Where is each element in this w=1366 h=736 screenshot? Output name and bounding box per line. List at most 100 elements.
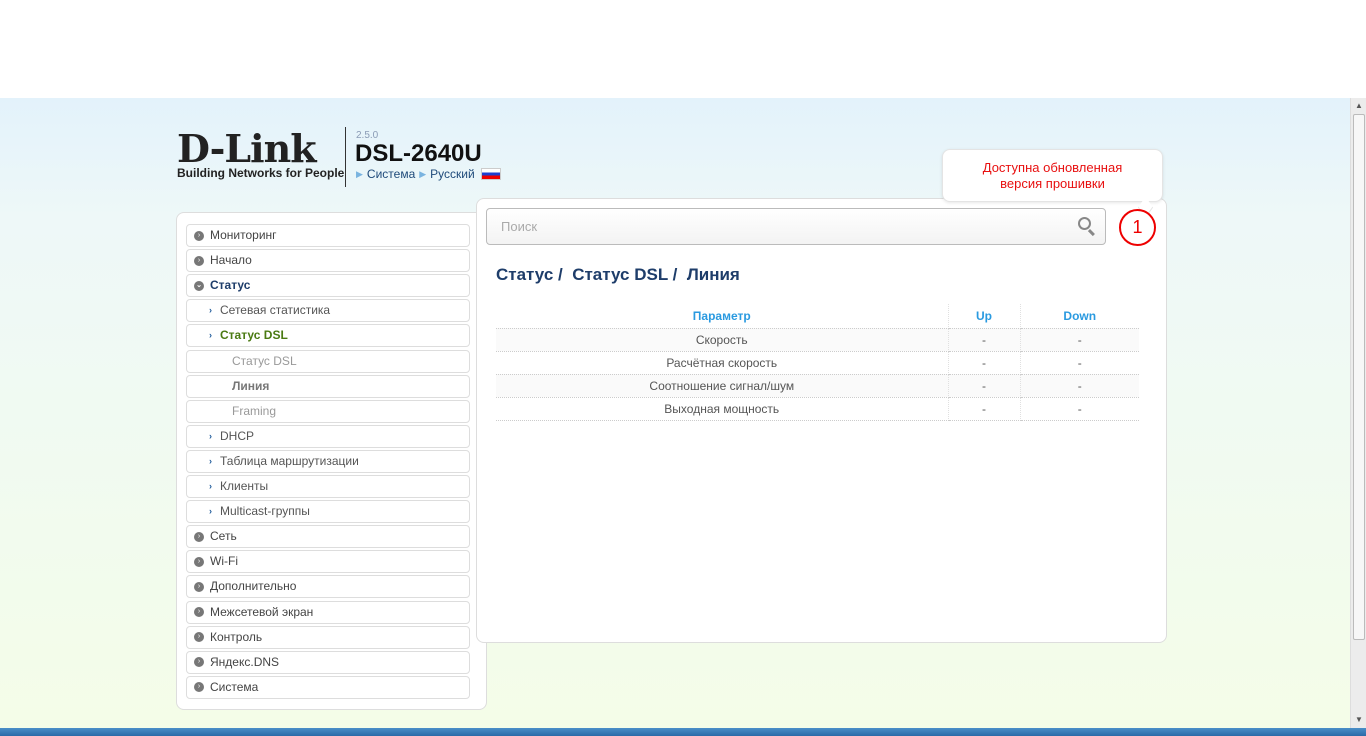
arrow-right-icon: › [209,455,212,466]
table-cell: Выходная мощность [496,397,949,421]
sidebar-item[interactable]: › Мониторинг [186,224,470,247]
sidebar-item-label: Статус DSL [220,328,288,343]
sidebar-item[interactable]: › Яндекс.DNS [186,650,470,674]
header-divider [345,127,346,187]
table-row: Выходная мощность - - [496,397,1139,421]
table-cell: - [948,397,1021,421]
sidebar-item[interactable]: › Сеть [186,525,470,549]
device-model: DSL-2640U [355,140,482,167]
sidebar-item-label: Контроль [210,629,263,644]
breadcrumb-dsl-status[interactable]: Статус DSL / [572,265,677,284]
breadcrumb: Статус / Статус DSL / Линия [496,265,740,285]
sidebar-item[interactable]: › Wi-Fi [186,550,470,574]
browser-top-area [0,0,1366,98]
table-row: Скорость - - [496,328,1139,352]
sidebar-item[interactable]: › Статус DSL [186,324,470,348]
table-cell: - [1020,397,1139,421]
header-parameter: Параметр [496,304,949,329]
sidebar-item-label: Система [210,679,259,694]
sidebar-item-label: Дополнительно [210,579,297,594]
sidebar-item-label: Статус [210,278,251,293]
sidebar-item-label: Wi-Fi [210,554,238,569]
table-row: Расчётная скорость - - [496,351,1139,375]
logo-text: D-Link [177,126,317,171]
sidebar-item[interactable]: › Контроль [186,625,470,649]
sidebar-item[interactable]: › Клиенты [186,475,470,498]
chevron-right-icon: › [194,230,204,241]
sidebar-item-label: Линия [232,378,270,393]
search-input[interactable]: Поиск [486,208,1106,245]
sidebar-item-label: Сеть [210,529,237,544]
sidebar-item[interactable]: › Система [186,675,470,699]
russian-flag-icon[interactable] [480,168,501,180]
table-cell: Соотношение сигнал/шум [496,374,949,398]
sidebar-item-label: Статус DSL [232,353,297,368]
vertical-scrollbar[interactable]: ▲ ▼ [1350,98,1366,728]
sidebar-item[interactable]: › Начало [186,249,470,273]
sidebar-item[interactable]: › Межсетевой экран [186,600,470,624]
chevron-right-icon: › [194,531,204,542]
table-cell: - [1020,328,1139,352]
sidebar-item-label: Framing [232,403,277,418]
chevron-right-icon: › [194,632,204,643]
chevron-right-icon: › [194,255,204,266]
chevron-down-icon: ⌄ [194,280,204,291]
header-down: Down [1020,304,1139,329]
header-links: ▶ Система ▶ Русский [356,167,501,181]
table-cell: - [1020,351,1139,375]
sidebar-item-label: Таблица маршрутизации [220,453,359,468]
table-cell: - [1020,374,1139,398]
sidebar-item[interactable]: Framing [186,399,470,423]
arrow-right-icon: › [209,330,212,341]
logo-tagline: Building Networks for People [177,166,345,180]
system-link[interactable]: Система [367,167,415,181]
sidebar-item-label: Сетевая статистика [220,303,331,318]
search-icon[interactable] [1078,217,1091,230]
search-placeholder: Поиск [501,219,538,234]
firmware-update-tooltip[interactable]: Доступна обновленная версия прошивки [942,149,1163,202]
sidebar-item-label: Межсетевой экран [210,604,314,619]
table-cell: Скорость [496,328,949,352]
sidebar-item[interactable]: › Дополнительно [186,575,470,599]
scroll-down-icon[interactable]: ▼ [1351,712,1366,728]
sidebar-item[interactable]: ⌄ Статус [186,274,470,298]
arrow-right-icon: › [209,305,212,316]
table-cell: - [948,328,1021,352]
tooltip-line-1: Доступна обновленная [982,160,1123,175]
chevron-right-icon: › [194,682,204,693]
breadcrumb-status[interactable]: Статус / [496,265,563,284]
table-cell: - [948,351,1021,375]
arrow-right-icon: › [209,481,212,491]
sidebar-item-label: Клиенты [220,479,269,493]
triangle-icon: ▶ [419,168,427,179]
chevron-right-icon: › [194,556,204,567]
line-table: Параметр Up Down Скорость - - Расчётная ско… [496,304,1139,421]
arrow-right-icon: › [209,430,212,441]
sidebar-item[interactable]: › DHCP [186,424,470,448]
table-row: Соотношение сигнал/шум - - [496,374,1139,398]
breadcrumb-line: Линия [686,265,740,284]
table-cell: - [948,374,1021,398]
chevron-right-icon: › [194,657,204,668]
sidebar-item-label: Мониторинг [210,228,277,242]
header-up: Up [948,304,1021,329]
sidebar-item[interactable]: Статус DSL [186,349,470,373]
language-link[interactable]: Русский [430,167,475,181]
sidebar-item-label: DHCP [220,428,255,443]
sidebar-item[interactable]: Линия [186,374,470,398]
tooltip-line-2: версия прошивки [1000,176,1105,191]
table-header: Параметр Up Down [496,304,1139,329]
sidebar-item-label: Начало [210,253,252,268]
triangle-icon: ▶ [356,168,363,179]
chevron-right-icon: › [194,607,204,617]
table-cell: Расчётная скорость [496,351,949,375]
notification-badge[interactable]: 1 [1119,209,1156,246]
sidebar-item[interactable]: › Таблица маршрутизации [186,449,470,473]
dlink-logo[interactable]: D-Link Building Networks for People [177,126,345,181]
arrow-right-icon: › [209,506,212,517]
sidebar-item[interactable]: › Multicast-группы [186,500,470,524]
sidebar-item[interactable]: › Сетевая статистика [186,299,470,323]
scroll-thumb[interactable] [1353,114,1365,640]
scroll-up-icon[interactable]: ▲ [1351,98,1366,114]
sidebar-item-label: Multicast-группы [220,504,310,519]
